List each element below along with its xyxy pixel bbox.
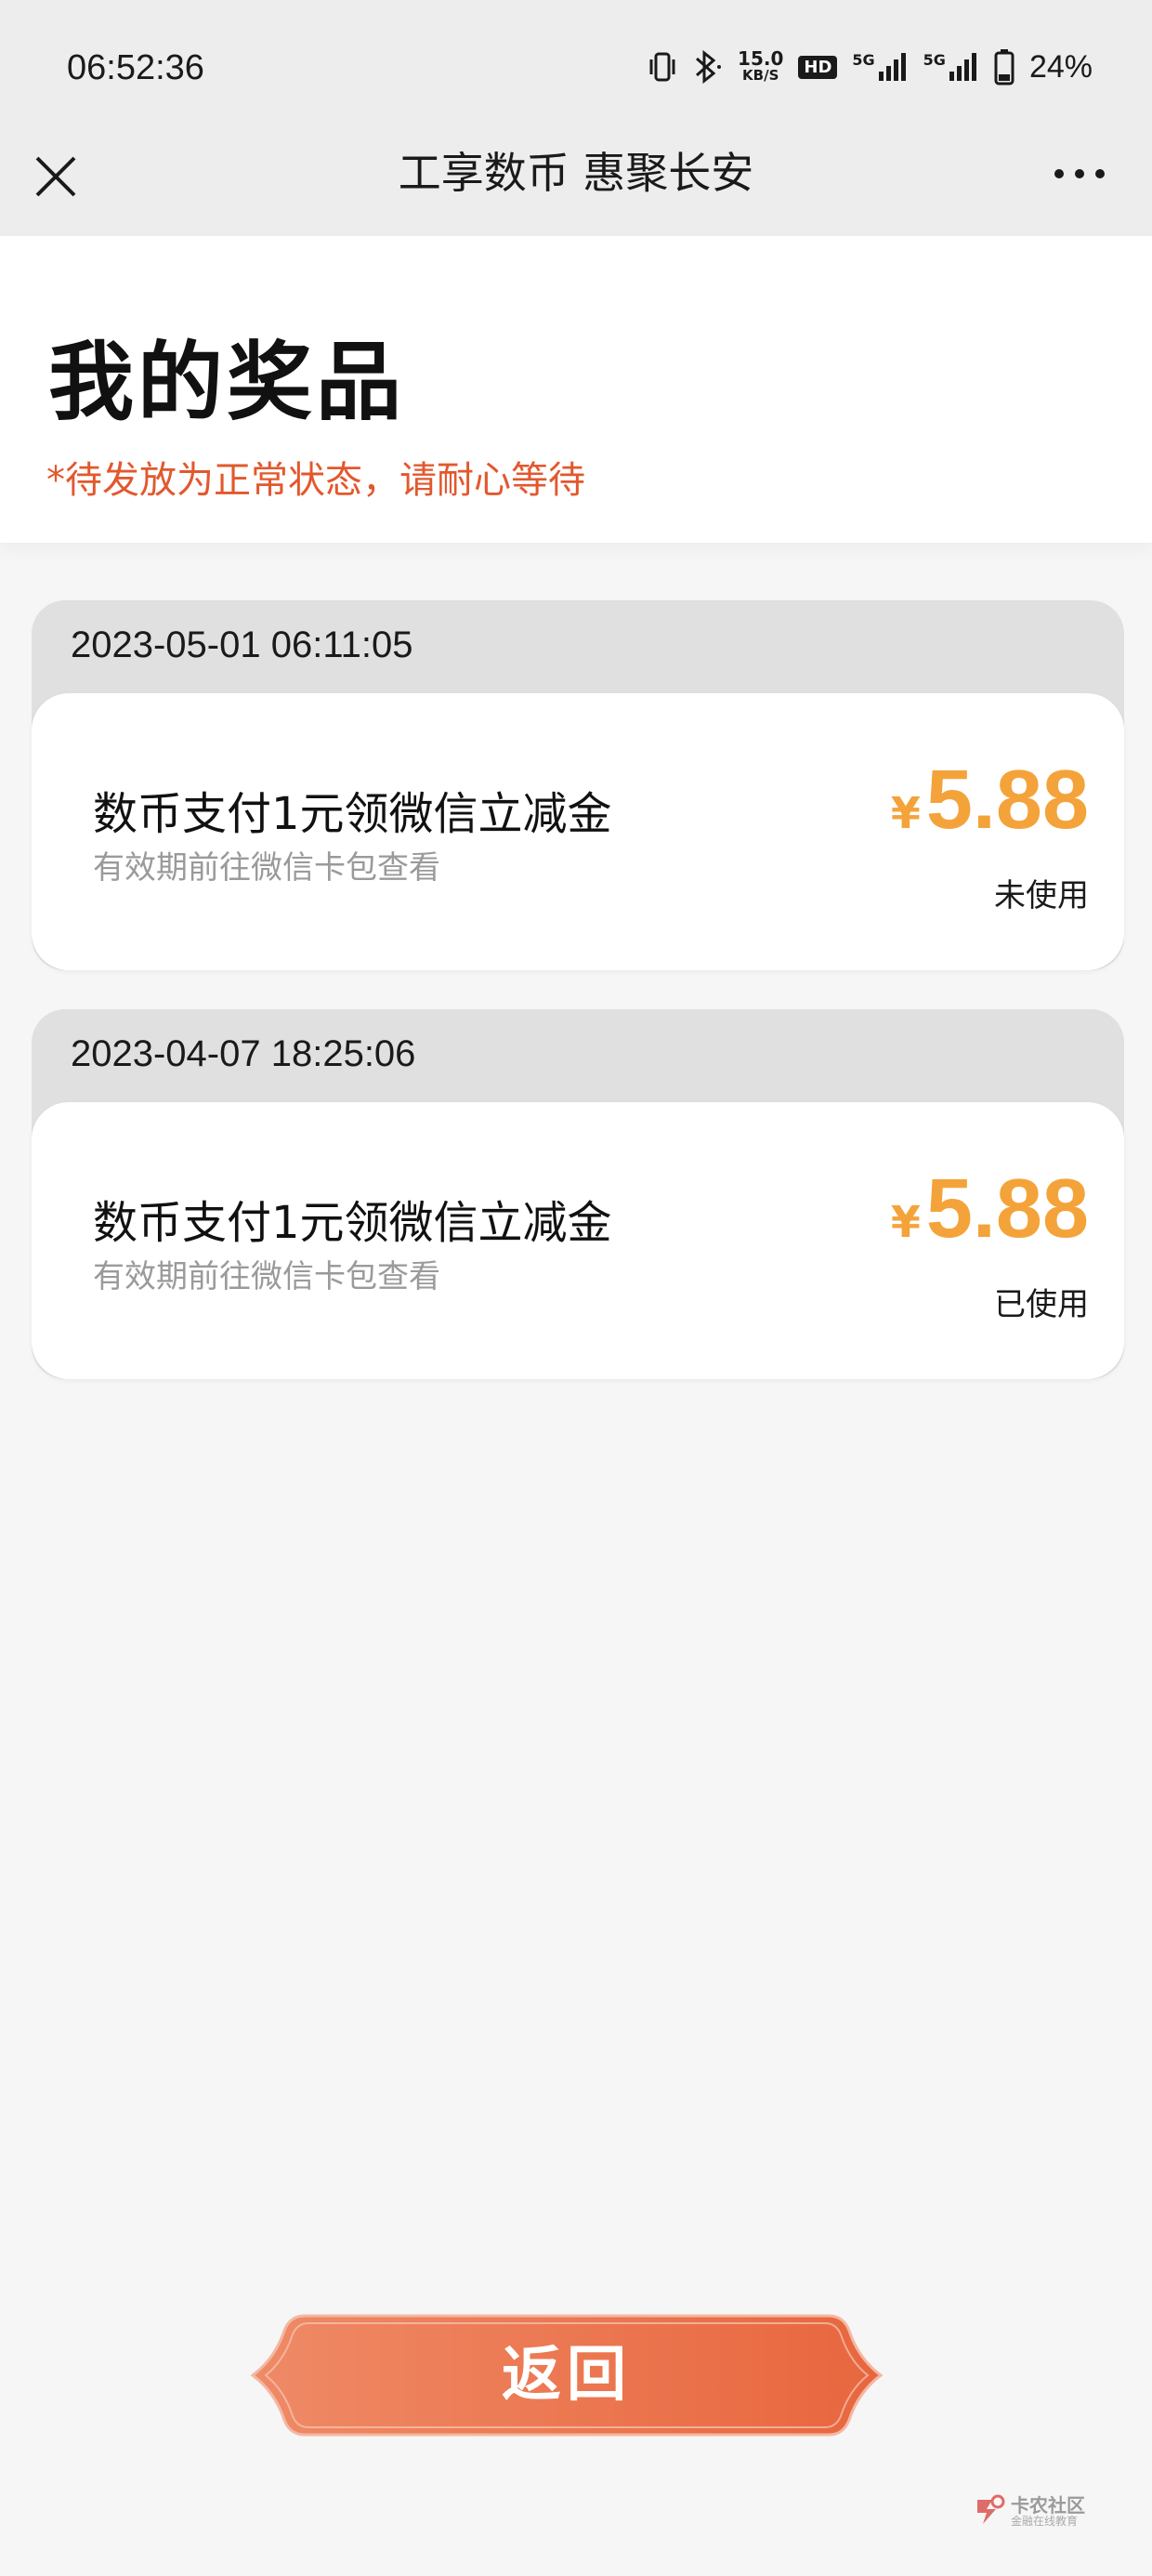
net-speed-value: 15.0 [738, 47, 784, 70]
prize-date: 2023-05-01 06:11:05 [71, 624, 413, 665]
signal-1-label: 5G [852, 51, 875, 69]
prize-date: 2023-04-07 18:25:06 [71, 1033, 416, 1074]
battery-level: 24% [1028, 48, 1093, 85]
header-panel: 我的奖品 *待发放为正常状态，请耐心等待 [0, 236, 1152, 543]
bluetooth-icon [696, 49, 722, 85]
prize-card-body[interactable]: 数币支付1元领微信立减金 有效期前往微信卡包查看 ¥ 5.88 未使用 [32, 693, 1124, 970]
watermark: 卡农社区 金融在线教育 [974, 2491, 1094, 2530]
currency-symbol: ¥ [890, 1197, 921, 1247]
page-notice: *待发放为正常状态，请耐心等待 [46, 459, 585, 502]
net-speed-unit: KB/S [742, 67, 779, 84]
prize-name: 数币支付1元领微信立减金 [93, 788, 612, 840]
prize-desc: 有效期前往微信卡包查看 [93, 1258, 440, 1295]
prize-card[interactable]: 2023-05-01 06:11:05 数币支付1元领微信立减金 有效期前往微信… [32, 600, 1124, 970]
amount-value: 5.88 [925, 1163, 1089, 1255]
prize-status: 未使用 [994, 877, 1089, 914]
hd-badge: HD [798, 55, 838, 79]
prize-card[interactable]: 2023-04-07 18:25:06 数币支付1元领微信立减金 有效期前往微信… [32, 1009, 1124, 1379]
more-icon[interactable] [1052, 160, 1107, 188]
signal-bars-icon [878, 53, 906, 81]
back-button[interactable]: 返回 [249, 2310, 884, 2440]
nav-title: 工享数币 惠聚长安 [398, 148, 754, 198]
prize-desc: 有效期前往微信卡包查看 [93, 849, 440, 887]
battery-icon [994, 49, 1015, 85]
currency-symbol: ¥ [890, 788, 921, 838]
back-button-label: 返回 [502, 2341, 632, 2410]
net-speed: 15.0 KB/S [738, 47, 784, 84]
signal-2-label: 5G [923, 51, 946, 69]
status-time: 06:52:36 [67, 48, 204, 87]
amount-value: 5.88 [925, 754, 1089, 847]
page-title: 我的奖品 [48, 333, 406, 432]
signal-bars-icon [949, 53, 976, 81]
status-icons: 15.0 KB/S HD 5G 5G 24% [648, 45, 1093, 89]
prize-status: 已使用 [994, 1286, 1089, 1323]
status-bar: 06:52:36 15.0 KB/S HD 5G 5G 24% [0, 0, 1152, 138]
prize-amount: ¥ 5.88 [891, 753, 1089, 848]
watermark-logo [977, 2494, 1005, 2524]
prize-card-body[interactable]: 数币支付1元领微信立减金 有效期前往微信卡包查看 ¥ 5.88 已使用 [32, 1102, 1124, 1379]
nav-bar: 工享数币 惠聚长安 [0, 138, 1152, 236]
prize-amount: ¥ 5.88 [891, 1162, 1089, 1257]
watermark-sub: 金融在线教育 [1011, 2515, 1079, 2528]
prize-name: 数币支付1元领微信立减金 [93, 1197, 612, 1249]
vibrate-icon [649, 52, 675, 82]
signal-2: 5G [923, 51, 979, 83]
signal-1: 5G [852, 51, 908, 83]
